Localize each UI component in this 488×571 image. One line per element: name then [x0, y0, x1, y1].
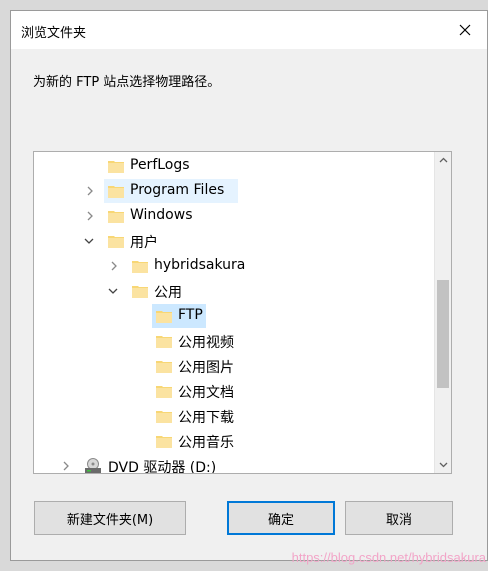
cancel-button[interactable]: 取消 [345, 501, 453, 535]
collapse-chevron[interactable] [107, 285, 119, 297]
scrollbar-thumb[interactable] [437, 280, 449, 388]
folder-icon [132, 286, 148, 298]
tree-item-label: Program Files [130, 182, 225, 198]
tree-item-label: PerfLogs [130, 157, 190, 173]
expand-chevron[interactable] [84, 210, 96, 222]
tree-item-public[interactable]: 公用 [34, 279, 435, 303]
dvd-drive-icon [85, 458, 101, 473]
expand-chevron[interactable] [84, 185, 96, 197]
title-bar: 浏览文件夹 [11, 11, 487, 49]
tree-item-label: 公用图片 [178, 360, 234, 376]
tree-item-label: 公用视频 [178, 335, 234, 351]
chevron-down-icon [439, 462, 448, 468]
folder-icon [156, 336, 172, 348]
folder-icon [156, 361, 172, 373]
chevron-up-icon [439, 157, 448, 163]
vertical-scrollbar[interactable] [434, 152, 451, 473]
folder-icon [108, 211, 124, 223]
close-icon [459, 24, 471, 36]
folder-icon [156, 311, 172, 323]
folder-icon [156, 411, 172, 423]
chevron-down-icon [108, 288, 118, 294]
chevron-down-icon [84, 238, 94, 244]
tree-item-label: 公用 [154, 285, 182, 301]
new-folder-button[interactable]: 新建文件夹(M) [34, 501, 186, 535]
chevron-right-icon [111, 261, 117, 271]
chevron-right-icon [63, 461, 69, 471]
close-button[interactable] [451, 17, 479, 43]
chevron-right-icon [87, 186, 93, 196]
scroll-down-button[interactable] [435, 457, 451, 473]
window-title: 浏览文件夹 [21, 26, 87, 41]
folder-icon [108, 236, 124, 248]
tree-item-label: FTP [178, 307, 203, 323]
watermark: https://blog.csdn.net/hybridsakura [291, 550, 486, 565]
tree-item-label: 公用音乐 [178, 435, 234, 451]
expand-chevron[interactable] [108, 260, 120, 272]
tree-item-public-videos[interactable]: 公用视频 [34, 329, 435, 353]
expand-chevron[interactable] [60, 460, 72, 472]
tree-item-dvd-drive[interactable]: DVD 驱动器 (D:) [34, 454, 435, 474]
tree-item-ftp[interactable]: FTP [152, 304, 206, 328]
tree-item-public-pictures[interactable]: 公用图片 [34, 354, 435, 378]
folder-icon [156, 436, 172, 448]
tree-item-program-files[interactable]: Program Files [104, 179, 238, 203]
tree-item-public-documents[interactable]: 公用文档 [34, 379, 435, 403]
tree-item-hybridsakura[interactable]: hybridsakura [34, 254, 435, 278]
scroll-up-button[interactable] [435, 152, 451, 168]
browse-folder-dialog: 浏览文件夹 为新的 FTP 站点选择物理路径。 PerfLogs Program [10, 10, 488, 561]
tree-item-public-downloads[interactable]: 公用下载 [34, 404, 435, 428]
collapse-chevron[interactable] [83, 235, 95, 247]
folder-icon [132, 261, 148, 273]
tree-item-label: 用户 [130, 235, 158, 251]
folder-icon [108, 186, 124, 198]
tree-item-label: hybridsakura [154, 257, 246, 273]
tree-item-perflogs[interactable]: PerfLogs [34, 154, 435, 178]
chevron-right-icon [87, 211, 93, 221]
tree-item-public-music[interactable]: 公用音乐 [34, 429, 435, 453]
tree-item-label: DVD 驱动器 (D:) [108, 460, 217, 474]
folder-icon [108, 161, 124, 173]
tree-item-label: 公用下载 [178, 410, 234, 426]
tree-item-label: Windows [130, 207, 193, 223]
folder-tree[interactable]: PerfLogs Program Files Windows 用户 hybrid… [33, 151, 452, 474]
folder-icon [156, 386, 172, 398]
dialog-prompt: 为新的 FTP 站点选择物理路径。 [33, 75, 221, 90]
tree-item-label: 公用文档 [178, 385, 234, 401]
ok-button[interactable]: 确定 [227, 501, 335, 535]
